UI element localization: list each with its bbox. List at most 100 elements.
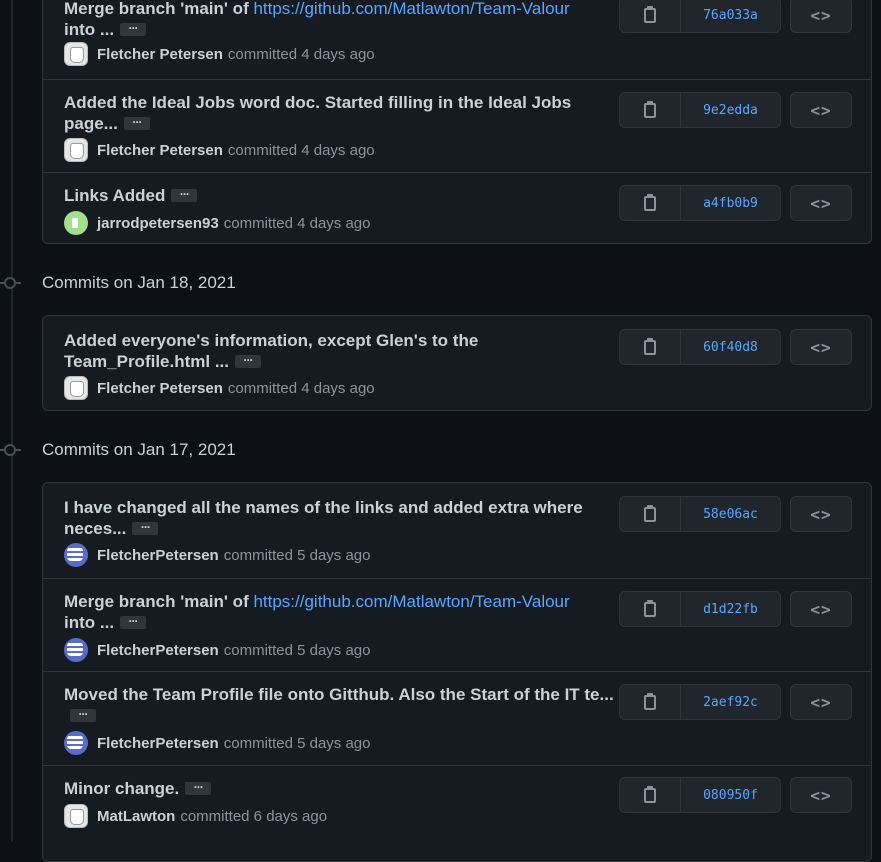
avatar[interactable] [64, 731, 88, 755]
commit-time: committed 5 days ago [223, 546, 371, 564]
commit-time: committed 4 days ago [227, 45, 375, 63]
commit-meta: FletcherPetersen committed 5 days ago [64, 543, 370, 567]
commit-meta: jarrodpetersen93 committed 4 days ago [64, 211, 370, 235]
commit-meta: FletcherPetersen committed 5 days ago [64, 731, 370, 755]
clipboard-icon [644, 785, 656, 803]
browse-repo-button[interactable]: <> [790, 329, 852, 365]
browse-repo-button[interactable]: <> [790, 0, 852, 33]
copy-sha-button[interactable] [620, 93, 681, 127]
commit-time: committed 6 days ago [180, 807, 328, 825]
commit-message[interactable]: I have changed all the names of the link… [64, 497, 624, 539]
clipboard-icon [644, 337, 656, 355]
copy-sha-button[interactable] [620, 778, 681, 812]
commit-message[interactable]: Merge branch 'main' of https://github.co… [64, 591, 624, 633]
commit-time: committed 5 days ago [223, 641, 371, 659]
commit-link[interactable]: https://github.com/Matlawton/Team-Valour [253, 592, 569, 611]
browse-repo-button[interactable]: <> [790, 185, 852, 221]
code-icon: <> [810, 100, 832, 120]
commit-message[interactable]: Moved the Team Profile file onto Gitthub… [64, 684, 624, 726]
expand-ellipsis-button[interactable] [132, 517, 159, 538]
commit-sha-button[interactable]: 60f40d8 [681, 330, 780, 364]
author-name[interactable]: Fletcher Petersen [97, 46, 223, 63]
commit-message[interactable]: Added the Ideal Jobs word doc. Started f… [64, 92, 624, 134]
avatar[interactable] [64, 804, 88, 828]
commit-link[interactable]: https://github.com/Matlawton/Team-Valour [253, 0, 569, 18]
commit-sha-button[interactable]: a4fb0b9 [681, 186, 780, 220]
commit-row: Minor change. MatLawton committed 6 days… [43, 765, 871, 861]
commit-row: Links Added jarrodpetersen93 committed 4… [43, 172, 871, 243]
avatar[interactable] [64, 42, 88, 66]
commit-message[interactable]: Added everyone's information, except Gle… [64, 330, 624, 372]
commit-row: Moved the Team Profile file onto Gitthub… [43, 671, 871, 765]
copy-sha-button[interactable] [620, 0, 681, 32]
commit-sha-button[interactable]: 58e06ac [681, 497, 780, 531]
commit-meta: Fletcher Petersen committed 4 days ago [64, 138, 375, 162]
sha-button-group: 2aef92c [619, 684, 781, 720]
sha-button-group: d1d22fb [619, 591, 781, 627]
expand-ellipsis-button[interactable] [171, 184, 198, 205]
sha-button-group: 60f40d8 [619, 329, 781, 365]
expand-ellipsis-button[interactable] [120, 611, 147, 632]
commit-meta: Fletcher Petersen committed 4 days ago [64, 376, 375, 400]
commit-row: I have changed all the names of the link… [43, 483, 871, 578]
author-name[interactable]: Fletcher Petersen [97, 380, 223, 397]
commit-group-box: Added everyone's information, except Gle… [42, 315, 872, 411]
expand-ellipsis-button[interactable] [123, 112, 150, 133]
expand-ellipsis-button[interactable] [70, 704, 96, 725]
clipboard-icon [644, 193, 656, 211]
author-name[interactable]: FletcherPetersen [97, 642, 219, 659]
avatar[interactable] [64, 638, 88, 662]
commit-time: committed 5 days ago [223, 734, 371, 752]
author-name[interactable]: Fletcher Petersen [97, 142, 223, 159]
author-name[interactable]: jarrodpetersen93 [97, 215, 219, 232]
expand-ellipsis-button[interactable] [120, 18, 147, 39]
clipboard-icon [644, 5, 656, 23]
commit-sha-button[interactable]: d1d22fb [681, 592, 780, 626]
expand-ellipsis-button[interactable] [235, 350, 262, 371]
expand-ellipsis-button[interactable] [185, 777, 212, 798]
commit-group-box: I have changed all the names of the link… [42, 482, 872, 862]
browse-repo-button[interactable]: <> [790, 92, 852, 128]
copy-sha-button[interactable] [620, 592, 681, 626]
browse-repo-button[interactable]: <> [790, 591, 852, 627]
commit-sha-button[interactable]: 080950f [681, 778, 780, 812]
copy-sha-button[interactable] [620, 497, 681, 531]
timeline-line [11, 0, 13, 842]
author-name[interactable]: FletcherPetersen [97, 547, 219, 564]
commit-meta: Fletcher Petersen committed 4 days ago [64, 42, 375, 66]
author-name[interactable]: MatLawton [97, 808, 175, 825]
commit-sha-button[interactable]: 9e2edda [681, 93, 780, 127]
commit-time: committed 4 days ago [223, 214, 371, 232]
author-name[interactable]: FletcherPetersen [97, 735, 219, 752]
commit-row: Merge branch 'main' of https://github.co… [43, 578, 871, 671]
sha-button-group: 58e06ac [619, 496, 781, 532]
commit-time: committed 4 days ago [227, 141, 375, 159]
commit-sha-button[interactable]: 76a033a [681, 0, 780, 32]
browse-repo-button[interactable]: <> [790, 496, 852, 532]
sha-button-group: 9e2edda [619, 92, 781, 128]
clipboard-icon [644, 692, 656, 710]
commit-message[interactable]: Merge branch 'main' of https://github.co… [64, 0, 624, 40]
copy-sha-button[interactable] [620, 685, 681, 719]
commit-message[interactable]: Minor change. [64, 777, 624, 799]
sha-button-group: a4fb0b9 [619, 185, 781, 221]
copy-sha-button[interactable] [620, 186, 681, 220]
avatar[interactable] [64, 138, 88, 162]
avatar[interactable] [64, 211, 88, 235]
code-icon: <> [810, 785, 832, 805]
commit-row: Added everyone's information, except Gle… [43, 316, 871, 410]
clipboard-icon [644, 504, 656, 522]
code-icon: <> [810, 692, 832, 712]
commit-sha-button[interactable]: 2aef92c [681, 685, 780, 719]
browse-repo-button[interactable]: <> [790, 684, 852, 720]
commit-dot-icon [0, 444, 21, 456]
copy-sha-button[interactable] [620, 330, 681, 364]
avatar[interactable] [64, 376, 88, 400]
avatar[interactable] [64, 543, 88, 567]
browse-repo-button[interactable]: <> [790, 777, 852, 813]
sha-button-group: 080950f [619, 777, 781, 813]
commit-message[interactable]: Links Added [64, 184, 624, 206]
group-date-label: Commits on Jan 18, 2021 [42, 273, 236, 292]
group-date-label: Commits on Jan 17, 2021 [42, 440, 236, 459]
code-icon: <> [810, 5, 832, 25]
